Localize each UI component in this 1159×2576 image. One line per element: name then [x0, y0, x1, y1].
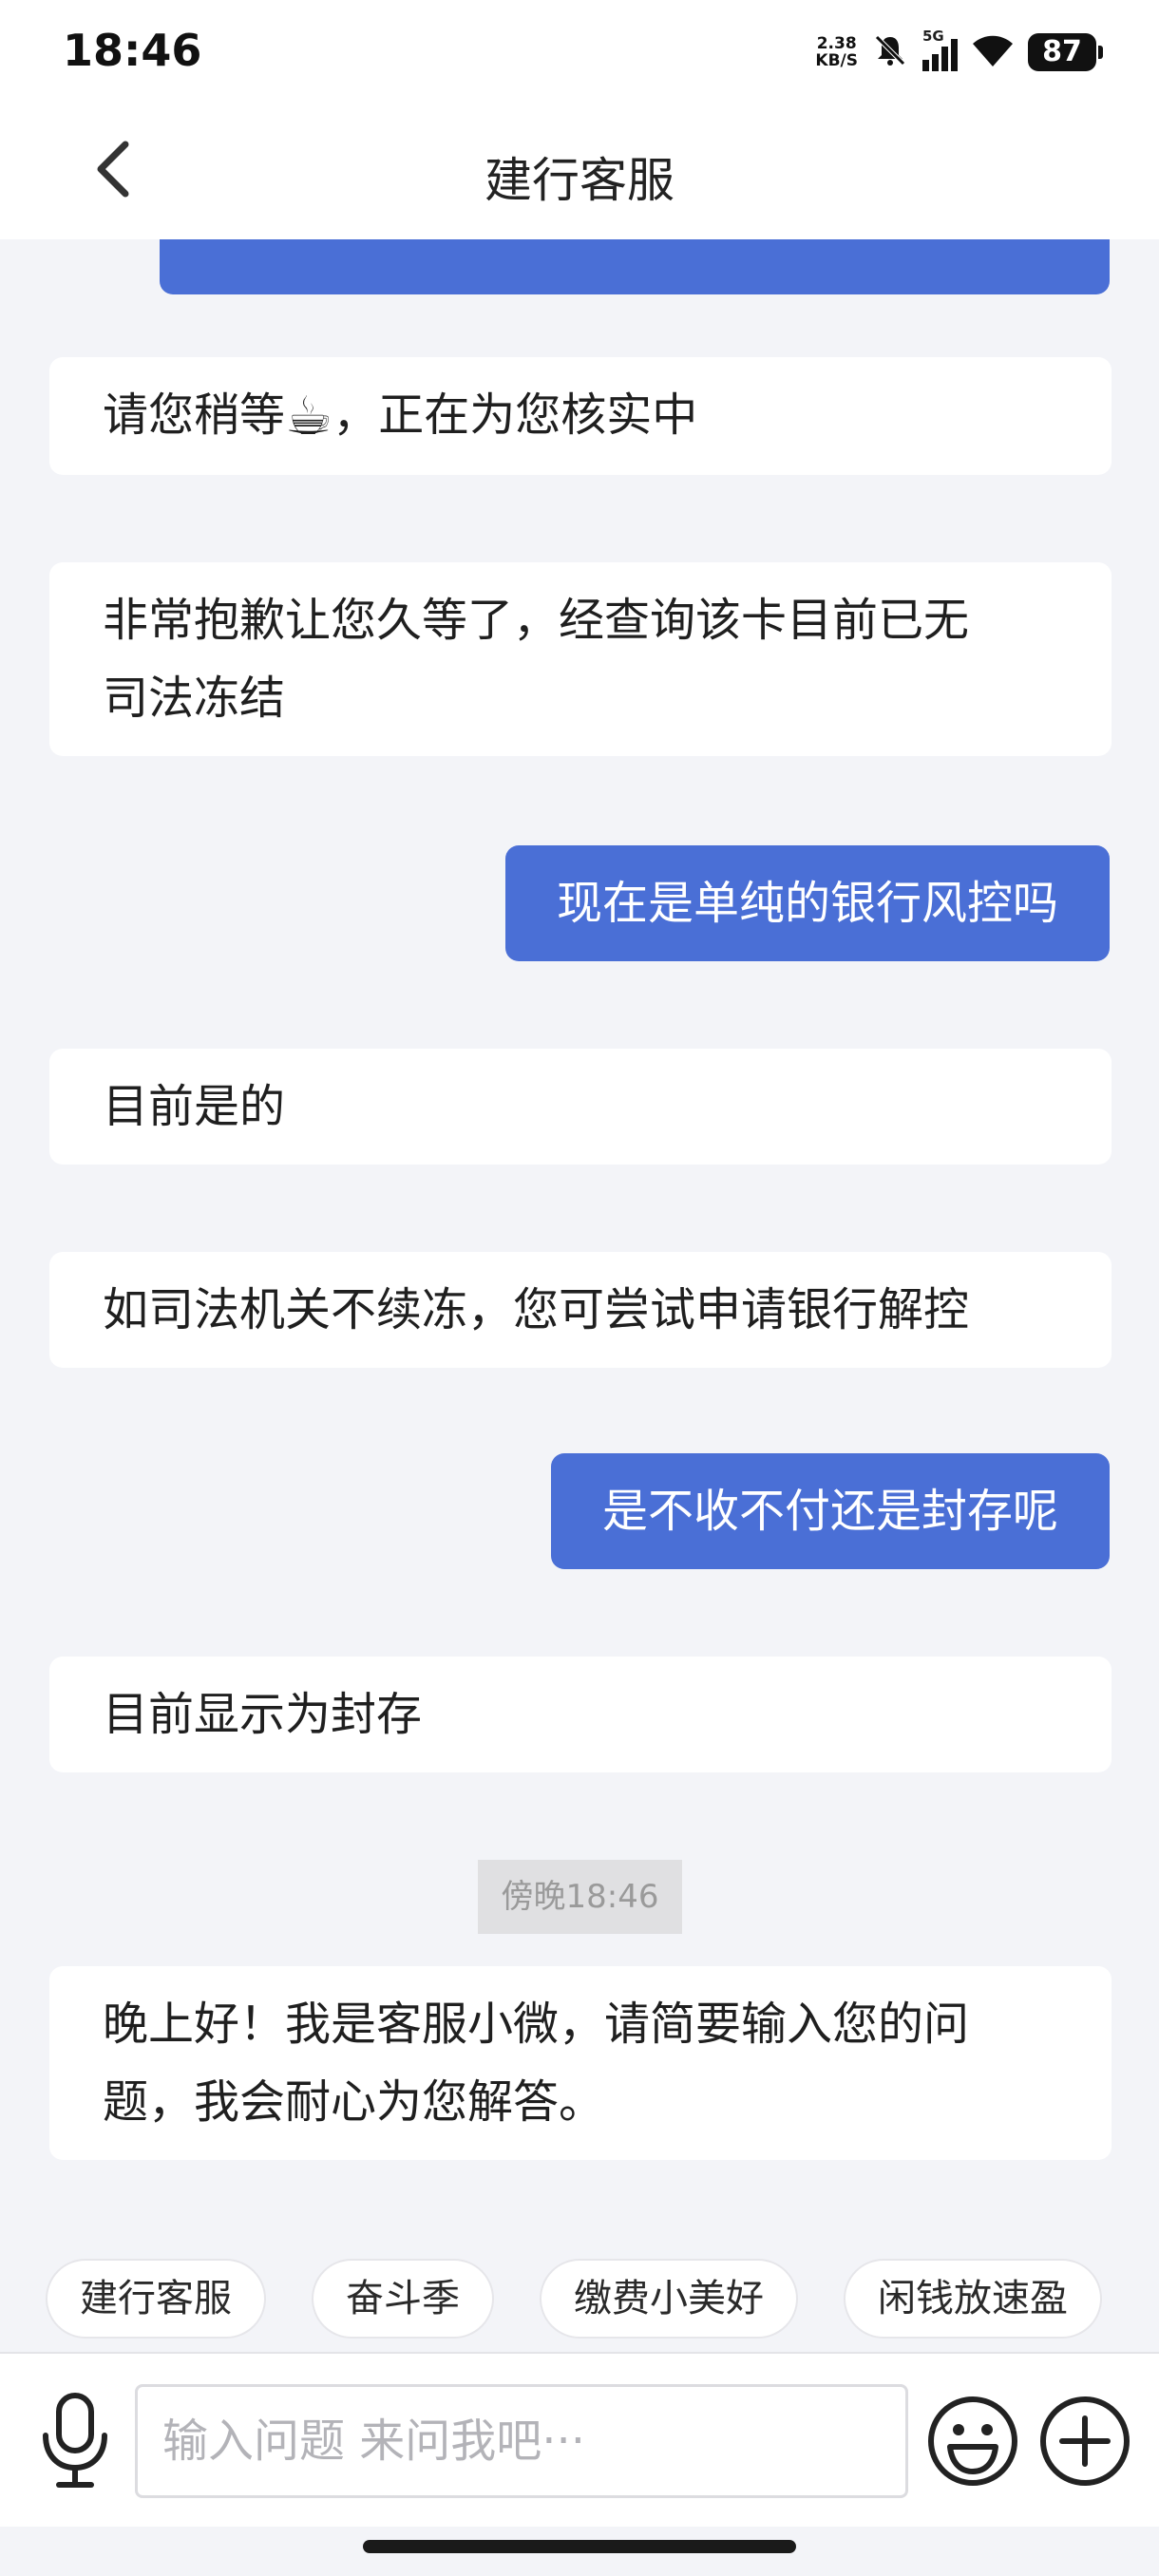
network-speed: 2.38 KB/S [815, 34, 858, 70]
status-time: 18:46 [63, 25, 202, 76]
smiley-icon [925, 2396, 1020, 2492]
more-options-button[interactable] [1037, 2394, 1132, 2489]
microphone-icon [34, 2393, 116, 2496]
quick-reply-chip[interactable]: 建行客服 [46, 2259, 266, 2339]
message-timestamp: 傍晚18:46 [478, 1860, 682, 1934]
agent-message: 非常抱歉让您久等了，经查询该卡目前已无 司法冻结 [49, 562, 1112, 756]
page-title: 建行客服 [484, 153, 674, 208]
plus-icon [1037, 2396, 1132, 2492]
signal-icon: 5G [922, 28, 958, 71]
quick-reply-bar: 建行客服 奋斗季 缴费小美好 闲钱放速盈 [0, 2259, 1159, 2340]
agent-message: 请您稍等☕，正在为您核实中 [49, 357, 1112, 475]
mute-icon [871, 31, 909, 73]
quick-reply-chip[interactable]: 闲钱放速盈 [844, 2259, 1102, 2339]
coffee-emoji: ☕ [285, 386, 333, 447]
status-bar: 18:46 2.38 KB/S 5G 87 [0, 0, 1159, 104]
wifi-icon [971, 32, 1015, 72]
agent-message: 目前显示为封存 [49, 1657, 1112, 1772]
agent-message: 如司法机关不续冻，您可尝试申请银行解控 [49, 1252, 1112, 1368]
agent-message: 晚上好！我是客服小微，请简要输入您的问 题，我会耐心为您解答。 [49, 1966, 1112, 2160]
voice-input-button[interactable] [34, 2390, 116, 2492]
message-input[interactable] [135, 2384, 908, 2498]
quick-reply-chip[interactable]: 缴费小美好 [540, 2259, 798, 2339]
chat-list[interactable]: 请您稍等☕，正在为您核实中 非常抱歉让您久等了，经查询该卡目前已无 司法冻结 现… [0, 239, 1159, 2352]
user-message-partial [160, 239, 1110, 294]
emoji-button[interactable] [925, 2394, 1020, 2489]
user-message: 现在是单纯的银行风控吗 [504, 845, 1110, 961]
status-icons: 2.38 KB/S 5G 87 [815, 27, 1103, 78]
battery-icon: 87 [1028, 33, 1103, 71]
input-bar [0, 2352, 1159, 2527]
nav-bar: 建行客服 [0, 104, 1159, 239]
quick-reply-chip[interactable]: 奋斗季 [312, 2259, 494, 2339]
user-message: 是不收不付还是封存呢 [550, 1453, 1110, 1569]
agent-message: 目前是的 [49, 1049, 1112, 1165]
home-indicator[interactable] [363, 2540, 796, 2553]
